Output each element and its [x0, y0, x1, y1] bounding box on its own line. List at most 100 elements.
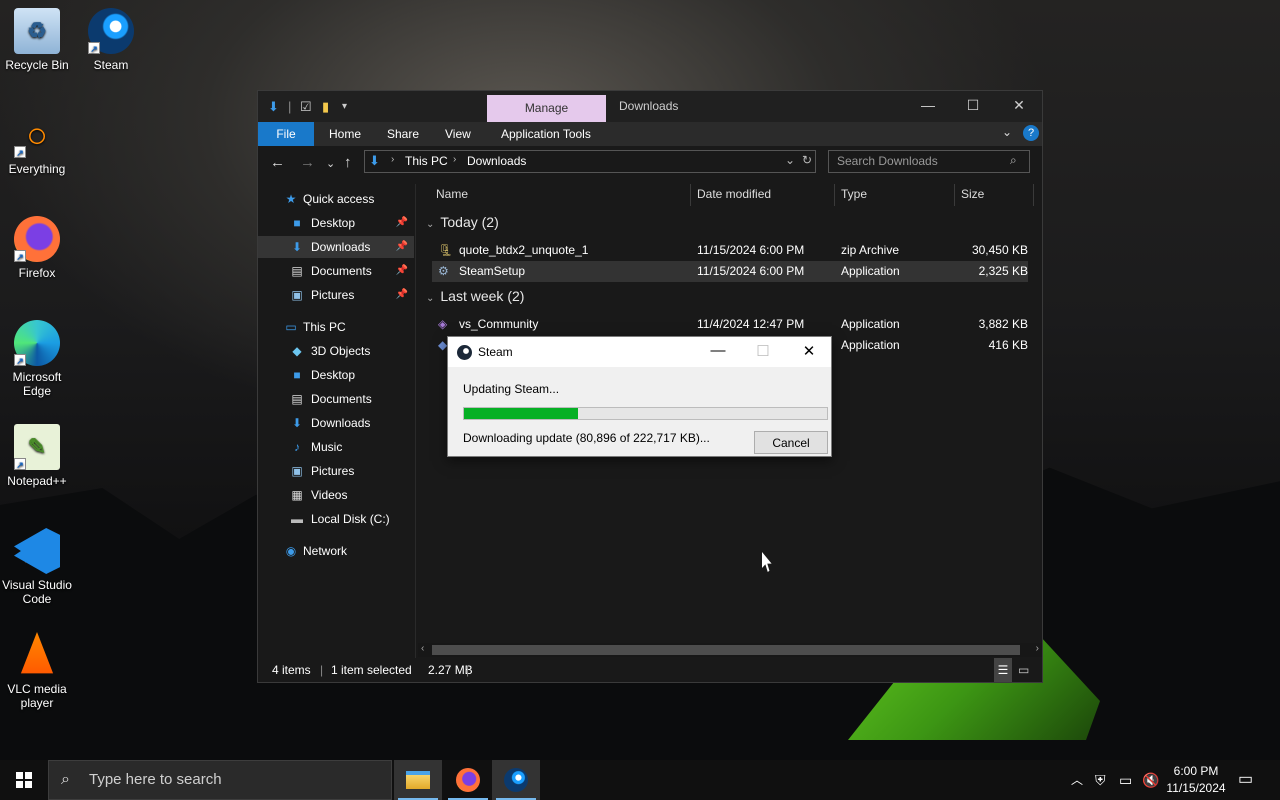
search-input[interactable]: Search Downloads — [828, 150, 1030, 173]
sidebar-item-downloads[interactable]: ⬇ Downloads 📌 — [258, 236, 414, 258]
status-selected: 1 item selected — [331, 663, 412, 677]
desktop-icon-steam[interactable]: ↗ Steam — [74, 8, 148, 72]
volume-muted-icon[interactable]: 🔇 — [1142, 760, 1159, 800]
sidebar-item-label: Desktop — [311, 368, 356, 382]
large-icons-view-icon[interactable]: ▭ — [1018, 658, 1029, 682]
sidebar-item-pc-documents[interactable]: ▤ Documents — [258, 388, 414, 410]
scroll-left-icon[interactable]: ‹ — [421, 643, 424, 654]
column-header-name[interactable]: Name — [436, 184, 468, 204]
tab-application-tools[interactable]: Application Tools — [488, 122, 604, 146]
security-icon[interactable]: ⛨ — [1095, 760, 1106, 800]
sidebar-item-3d-objects[interactable]: ◆ 3D Objects — [258, 340, 414, 362]
breadcrumb-downloads[interactable]: Downloads — [467, 154, 526, 168]
breadcrumb-this-pc[interactable]: This PC — [405, 154, 448, 168]
pictures-icon: ▣ — [291, 288, 303, 302]
taskbar-firefox[interactable] — [444, 760, 492, 800]
chevron-down-icon: ⌄ — [426, 293, 435, 304]
tab-home[interactable]: Home — [316, 122, 374, 146]
column-separator[interactable] — [834, 184, 835, 206]
sidebar-item-videos[interactable]: ▦ Videos — [258, 484, 414, 506]
forward-arrow-icon[interactable]: → — [300, 154, 315, 171]
new-folder-icon[interactable]: ▮ — [322, 99, 329, 115]
sidebar-item-pc-desktop[interactable]: ■ Desktop — [258, 364, 414, 386]
sidebar-item-this-pc[interactable]: ▭ This PC — [258, 316, 414, 338]
sidebar-item-pictures[interactable]: ▣ Pictures 📌 — [258, 284, 414, 306]
maximize-icon[interactable]: ☐ — [958, 97, 988, 114]
sidebar-item-network[interactable]: ◉ Network — [258, 540, 414, 562]
details-view-icon[interactable]: ☰ — [994, 658, 1012, 682]
tab-file[interactable]: File — [258, 122, 314, 146]
back-arrow-icon[interactable]: ← — [270, 154, 285, 171]
refresh-icon[interactable]: ↻ — [802, 153, 812, 167]
sidebar-item-documents[interactable]: ▤ Documents 📌 — [258, 260, 414, 282]
pin-icon: 📌 — [395, 265, 408, 276]
scroll-right-icon[interactable]: › — [1036, 643, 1039, 654]
column-separator[interactable] — [1033, 184, 1034, 206]
taskbar-clock[interactable]: 6:00 PM 11/15/2024 — [1160, 763, 1232, 797]
show-hidden-icons-icon[interactable]: ︿ — [1071, 760, 1083, 800]
address-bar[interactable]: ⬇ › This PC › Downloads ⌄ ↻ — [364, 150, 816, 173]
address-dropdown-icon[interactable]: ⌄ — [785, 153, 795, 167]
column-header-date[interactable]: Date modified — [697, 184, 771, 204]
sidebar-item-local-disk[interactable]: ▬ Local Disk (C:) — [258, 508, 414, 530]
desktop-icon-vscode[interactable]: ↗ Visual Studio Code — [0, 528, 74, 606]
desktop-icon-everything[interactable]: ○ ↗ Everything — [0, 112, 74, 176]
tab-view[interactable]: View — [432, 122, 484, 146]
notifications-icon[interactable]: ▭ — [1238, 760, 1253, 800]
close-icon[interactable]: ✕ — [794, 342, 824, 360]
tab-share[interactable]: Share — [374, 122, 432, 146]
sidebar-item-music[interactable]: ♪ Music — [258, 436, 414, 458]
horizontal-scrollbar[interactable]: ‹ › — [418, 643, 1042, 657]
table-row[interactable]: ◈ vs_Community 11/4/2024 12:47 PM Applic… — [432, 314, 1028, 335]
table-row[interactable]: ⚙ SteamSetup 11/15/2024 6:00 PM Applicat… — [432, 261, 1028, 282]
sidebar-item-quick-access[interactable]: ★ Quick access — [258, 188, 414, 210]
pictures-icon: ▣ — [291, 464, 303, 478]
sidebar-item-pc-pictures[interactable]: ▣ Pictures — [258, 460, 414, 482]
taskbar-file-explorer[interactable] — [394, 760, 442, 800]
expand-ribbon-icon[interactable]: ⌄ — [1002, 125, 1012, 139]
close-icon[interactable]: ✕ — [1004, 97, 1034, 114]
minimize-icon[interactable]: — — [913, 97, 943, 113]
recycle-bin-icon: ♻ — [14, 8, 60, 54]
desktop-icon-notepadpp[interactable]: ✎ ↗ Notepad++ — [0, 424, 74, 488]
cancel-button[interactable]: Cancel — [754, 431, 828, 454]
recent-locations-icon[interactable]: ⌄ — [326, 157, 335, 170]
up-arrow-icon[interactable]: ↑ — [344, 154, 352, 171]
start-button[interactable] — [0, 760, 48, 800]
scrollbar-thumb[interactable] — [432, 645, 1020, 655]
download-arrow-icon[interactable]: ⬇ — [268, 99, 279, 115]
column-separator[interactable] — [690, 184, 691, 206]
status-item-count: 4 items — [272, 663, 311, 677]
group-header-last-week[interactable]: ⌄ Last week (2) — [426, 288, 524, 304]
properties-icon[interactable]: ☑ — [300, 99, 312, 115]
explorer-titlebar[interactable]: ⬇ | ☑ ▮ ▾ Manage Downloads — ☐ ✕ — [258, 91, 1042, 122]
column-separator[interactable] — [954, 184, 955, 206]
chevron-right-icon: › — [391, 154, 395, 165]
desktop-icon-label: Recycle Bin — [5, 58, 69, 72]
window-title: Downloads — [619, 99, 679, 113]
help-icon[interactable]: ? — [1023, 125, 1039, 141]
customize-quick-access-icon[interactable]: ▾ — [342, 101, 347, 112]
visual-studio-installer-icon: ◈ — [438, 317, 448, 331]
taskbar-steam[interactable] — [492, 760, 540, 800]
download-status: Downloading update (80,896 of 222,717 KB… — [463, 431, 710, 445]
table-row[interactable]: 🗜 quote_btdx2_unquote_1 11/15/2024 6:00 … — [432, 240, 1028, 261]
tab-manage[interactable]: Manage — [487, 95, 606, 122]
group-header-today[interactable]: ⌄ Today (2) — [426, 214, 499, 230]
minimize-icon[interactable]: — — [703, 342, 733, 359]
steam-dialog-titlebar[interactable]: Steam — ☐ ✕ — [448, 337, 831, 367]
sidebar-item-desktop[interactable]: ■ Desktop 📌 — [258, 212, 414, 234]
vlc-icon — [20, 632, 54, 674]
desktop-icon-recycle-bin[interactable]: ♻ Recycle Bin — [0, 8, 74, 72]
desktop-icon-edge[interactable]: ↗ Microsoft Edge — [0, 320, 74, 398]
sidebar-item-pc-downloads[interactable]: ⬇ Downloads — [258, 412, 414, 434]
column-header-size[interactable]: Size — [961, 184, 984, 204]
taskbar-search-box[interactable]: ⌕ Type here to search — [48, 760, 392, 800]
column-header-type[interactable]: Type — [841, 184, 867, 204]
desktop-icon-firefox[interactable]: ↗ Firefox — [0, 216, 74, 280]
network-icon[interactable]: ▭ — [1119, 760, 1132, 800]
file-size: 30,450 KB — [971, 243, 1028, 257]
file-type: Application — [841, 338, 900, 352]
desktop-icon-vlc[interactable]: VLC media player — [0, 632, 74, 710]
sidebar-item-label: Desktop — [311, 216, 356, 230]
